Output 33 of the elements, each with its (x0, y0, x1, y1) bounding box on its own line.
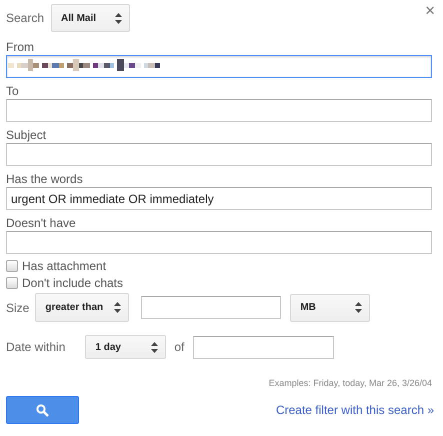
unit-dropdown[interactable]: MB (290, 294, 370, 322)
field-label: To (6, 83, 20, 99)
date-field[interactable] (193, 336, 334, 358)
checkbox-label: Has attachment (22, 258, 106, 272)
size-field[interactable] (141, 296, 282, 319)
checkbox[interactable] (6, 276, 18, 288)
updown-arrows-icon (151, 342, 158, 352)
close-button[interactable]: × (425, 2, 435, 20)
date-label: Date within (6, 340, 66, 354)
text-field[interactable] (6, 55, 432, 78)
of-label: of (174, 340, 184, 354)
comparator-dropdown[interactable]: greater than (35, 293, 130, 322)
field-label: Subject (6, 127, 48, 143)
text-field[interactable] (6, 99, 432, 122)
search-icon (36, 404, 49, 416)
field-label: From (6, 39, 35, 55)
updown-arrows-icon (115, 12, 122, 24)
create-filter-link[interactable]: Create filter with this search » (276, 403, 434, 417)
scope-dropdown[interactable]: All Mail (51, 4, 130, 32)
field-label: Has the words (6, 171, 84, 187)
text-field[interactable] (6, 143, 432, 166)
date-range-dropdown[interactable]: 1 day (85, 335, 166, 359)
size-label: Size (6, 300, 30, 314)
text-field[interactable]: urgent OR immediate OR immediately (6, 187, 432, 210)
search-button[interactable] (6, 396, 79, 424)
field-label: Doesn't have (6, 215, 77, 231)
updown-arrows-icon (114, 302, 122, 313)
checkbox-label: Don't include chats (22, 276, 124, 290)
search-label: Search (6, 11, 44, 25)
updown-arrows-icon (355, 302, 362, 313)
examples-hint: Examples: Friday, today, Mar 26, 3/26/04 (268, 378, 432, 388)
checkbox[interactable] (6, 260, 18, 272)
text-field[interactable] (6, 231, 432, 254)
